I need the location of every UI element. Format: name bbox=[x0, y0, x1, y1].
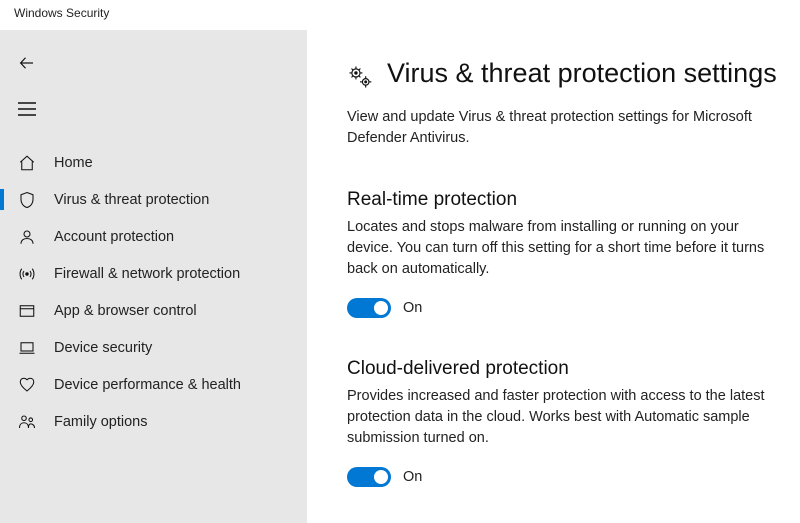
laptop-icon bbox=[18, 339, 40, 357]
section-description: Locates and stops malware from installin… bbox=[347, 217, 777, 280]
main-content: Virus & threat protection settings View … bbox=[307, 30, 800, 523]
back-arrow-icon bbox=[18, 54, 36, 72]
sidebar-item-family[interactable]: Family options bbox=[0, 403, 307, 440]
section-title: Cloud-delivered protection bbox=[347, 358, 800, 380]
heart-icon bbox=[18, 376, 40, 394]
section-cloud: Cloud-delivered protection Provides incr… bbox=[347, 358, 800, 487]
sidebar-item-firewall[interactable]: Firewall & network protection bbox=[0, 255, 307, 292]
sidebar-item-account[interactable]: Account protection bbox=[0, 218, 307, 255]
window-titlebar: Windows Security bbox=[0, 0, 800, 30]
sidebar-item-label: Device security bbox=[54, 340, 152, 356]
sidebar-item-device-security[interactable]: Device security bbox=[0, 329, 307, 366]
page-subtitle: View and update Virus & threat protectio… bbox=[347, 107, 767, 149]
sidebar: Home Virus & threat protection Account p… bbox=[0, 30, 307, 523]
antenna-icon bbox=[18, 265, 40, 283]
sidebar-item-label: Home bbox=[54, 155, 93, 171]
toggle-label: On bbox=[403, 300, 422, 316]
sidebar-item-app-browser[interactable]: App & browser control bbox=[0, 292, 307, 329]
app-window-icon bbox=[18, 302, 40, 320]
person-icon bbox=[18, 228, 40, 246]
page-title: Virus & threat protection settings bbox=[387, 58, 777, 89]
toggle-label: On bbox=[403, 469, 422, 485]
hamburger-icon bbox=[18, 100, 36, 118]
sidebar-item-label: Device performance & health bbox=[54, 377, 241, 393]
sidebar-item-performance[interactable]: Device performance & health bbox=[0, 366, 307, 403]
back-button[interactable] bbox=[0, 40, 307, 86]
sidebar-item-virus-threat[interactable]: Virus & threat protection bbox=[0, 181, 307, 218]
cloud-toggle[interactable] bbox=[347, 467, 391, 487]
sidebar-item-label: Firewall & network protection bbox=[54, 266, 240, 282]
sidebar-item-home[interactable]: Home bbox=[0, 144, 307, 181]
nav-list: Home Virus & threat protection Account p… bbox=[0, 144, 307, 440]
window-title: Windows Security bbox=[14, 6, 109, 20]
sidebar-item-label: Virus & threat protection bbox=[54, 192, 209, 208]
section-realtime: Real-time protection Locates and stops m… bbox=[347, 189, 800, 318]
home-icon bbox=[18, 154, 40, 172]
sidebar-item-label: App & browser control bbox=[54, 303, 197, 319]
shield-icon bbox=[18, 191, 40, 209]
section-description: Provides increased and faster protection… bbox=[347, 386, 777, 449]
sidebar-item-label: Account protection bbox=[54, 229, 174, 245]
family-icon bbox=[18, 413, 40, 431]
gears-icon bbox=[347, 64, 373, 93]
sidebar-item-label: Family options bbox=[54, 414, 147, 430]
realtime-toggle[interactable] bbox=[347, 298, 391, 318]
hamburger-button[interactable] bbox=[0, 86, 307, 132]
section-title: Real-time protection bbox=[347, 189, 800, 211]
